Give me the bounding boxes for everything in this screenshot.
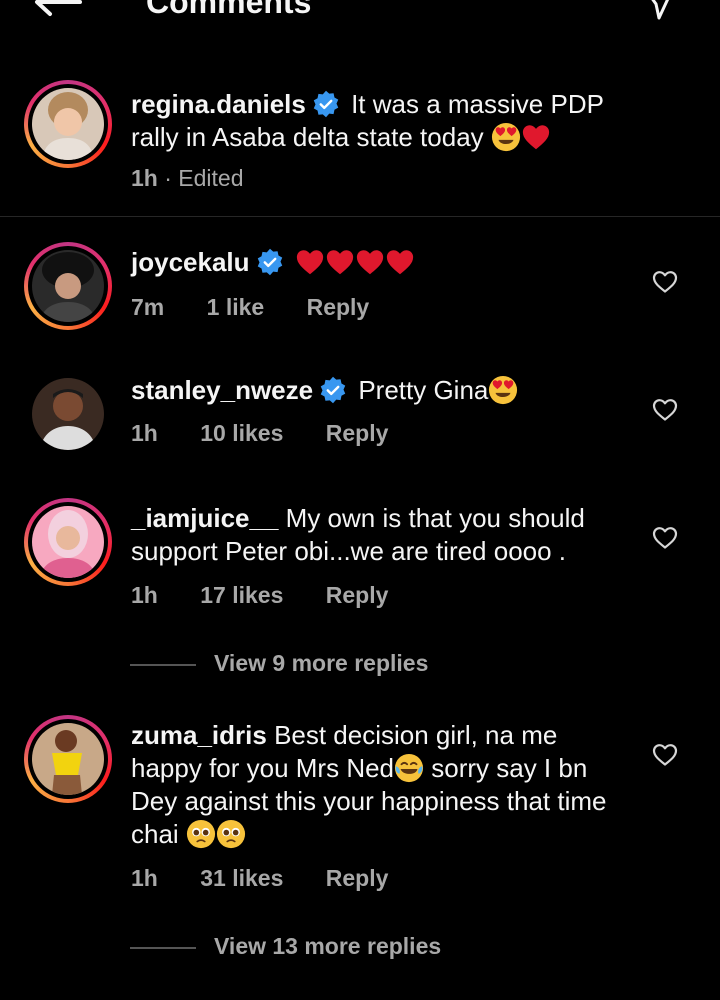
divider <box>0 216 720 217</box>
reply-button[interactable]: Reply <box>326 582 389 609</box>
avatar[interactable] <box>24 80 112 168</box>
comments-header: Comments <box>0 0 720 30</box>
iamjuice-avatar-image <box>32 506 104 578</box>
heart-outline-icon[interactable] <box>652 270 678 294</box>
send-icon[interactable] <box>644 0 674 22</box>
like-count[interactable]: 17 likes <box>200 582 283 609</box>
view-replies-button[interactable]: View 13 more replies <box>214 933 441 960</box>
caption-username[interactable]: regina.daniels <box>131 89 306 119</box>
regina-avatar-image <box>32 88 104 160</box>
verified-badge-icon <box>319 376 347 404</box>
caption-edited: · Edited <box>164 165 244 191</box>
avatar[interactable] <box>24 498 112 586</box>
comment-text-block: joycekalu <box>131 246 631 279</box>
zuma-avatar-image <box>32 723 104 795</box>
like-count[interactable]: 1 like <box>207 294 265 321</box>
caption-meta: 1h · Edited <box>131 165 244 192</box>
avatar[interactable] <box>24 242 112 330</box>
reply-button[interactable]: Reply <box>307 294 370 321</box>
comment-meta: 1h 10 likes Reply <box>131 420 388 447</box>
comment-time: 1h <box>131 420 158 446</box>
red-heart-emoji <box>295 247 325 277</box>
comment-username[interactable]: joycekalu <box>131 247 250 277</box>
comment-text: Pretty Gina <box>358 375 489 405</box>
red-heart-emoji <box>385 247 415 277</box>
comment-text-block: zuma_idris Best decision girl, na me hap… <box>131 719 631 851</box>
avatar[interactable] <box>32 378 104 450</box>
page-title: Comments <box>146 0 312 20</box>
comment-meta: 7m 1 like Reply <box>131 294 369 321</box>
heart-outline-icon[interactable] <box>652 398 678 422</box>
like-count[interactable]: 10 likes <box>200 420 283 447</box>
heart-eyes-emoji <box>491 122 521 152</box>
arrow-left-icon[interactable] <box>32 0 82 18</box>
avatar[interactable] <box>24 715 112 803</box>
reply-button[interactable]: Reply <box>326 865 389 892</box>
heart-outline-icon[interactable] <box>652 526 678 550</box>
caption-time: 1h <box>131 165 158 191</box>
comment-meta: 1h 31 likes Reply <box>131 865 388 892</box>
comment-time: 7m <box>131 294 165 320</box>
comment-username[interactable]: _iamjuice__ <box>131 503 278 533</box>
verified-badge-icon <box>312 90 340 118</box>
replies-divider-line <box>130 947 196 949</box>
pleading-emoji <box>186 819 216 849</box>
comment-time: 1h <box>131 865 158 891</box>
comment-username[interactable]: zuma_idris <box>131 720 267 750</box>
red-heart-emoji <box>355 247 385 277</box>
caption-text-block: regina.daniels It was a massive PDP rall… <box>131 88 631 154</box>
comment-username[interactable]: stanley_nweze <box>131 375 313 405</box>
joy-emoji <box>394 753 424 783</box>
comment-text-block: _iamjuice__ My own is that you should su… <box>131 502 631 568</box>
comment-meta: 1h 17 likes Reply <box>131 582 388 609</box>
red-heart-emoji <box>325 247 355 277</box>
heart-eyes-emoji <box>488 375 518 405</box>
like-count[interactable]: 31 likes <box>200 865 283 892</box>
replies-divider-line <box>130 664 196 666</box>
pleading-emoji <box>216 819 246 849</box>
comment-text-block: stanley_nweze Pretty Gina <box>131 374 631 407</box>
comment-time: 1h <box>131 582 158 608</box>
verified-badge-icon <box>256 248 284 276</box>
red-heart-emoji <box>521 122 551 152</box>
view-replies-button[interactable]: View 9 more replies <box>214 650 428 677</box>
reply-button[interactable]: Reply <box>326 420 389 447</box>
heart-outline-icon[interactable] <box>652 743 678 767</box>
joycekalu-avatar-image <box>32 250 104 322</box>
